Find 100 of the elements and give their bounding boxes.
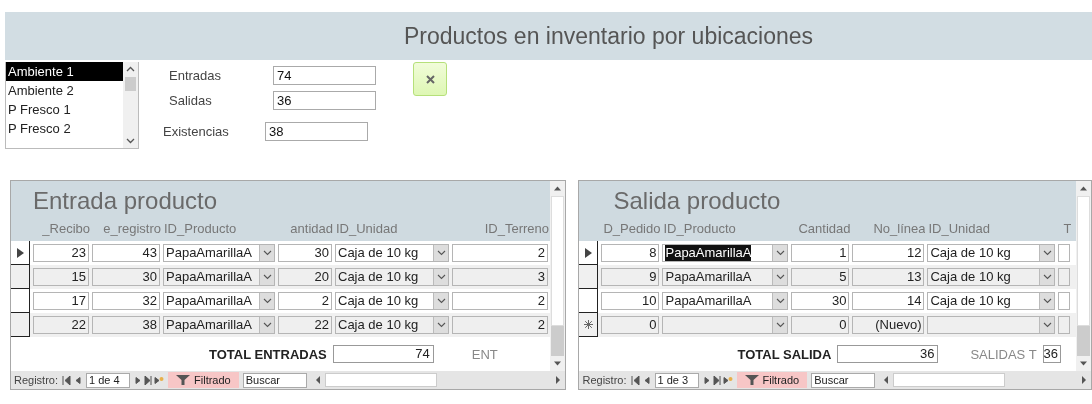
scrollbar[interactable] — [123, 62, 138, 148]
scroll-thumb[interactable] — [893, 373, 1006, 387]
number-field[interactable]: 13 — [852, 268, 925, 286]
dropdown-button[interactable] — [772, 293, 788, 309]
number-field[interactable]: 30 — [791, 292, 850, 310]
scroll-left-icon[interactable] — [314, 376, 321, 384]
dropdown-button[interactable] — [259, 293, 274, 309]
summary-field[interactable]: 36 — [273, 91, 376, 110]
dropdown-button[interactable] — [433, 293, 448, 309]
combo-field[interactable]: PapaAmarillaA — [163, 292, 275, 310]
record-selector[interactable] — [11, 265, 30, 289]
dropdown-button[interactable] — [433, 245, 448, 261]
scroll-thumb[interactable] — [551, 326, 565, 356]
scroll-right-icon[interactable] — [1081, 376, 1087, 384]
number-field[interactable]: 15 — [33, 268, 89, 286]
number-field[interactable]: 2 — [278, 292, 332, 310]
number-field[interactable] — [1058, 268, 1071, 286]
search-field[interactable]: Buscar — [811, 372, 876, 388]
number-field[interactable]: 43 — [92, 244, 160, 262]
scroll-thumb[interactable] — [125, 77, 136, 91]
scrollbar[interactable] — [550, 181, 566, 371]
combo-field[interactable]: PapaAmarillaA — [662, 268, 789, 286]
number-field[interactable]: 14 — [852, 292, 925, 310]
dropdown-button[interactable] — [772, 245, 788, 261]
number-field[interactable]: 2 — [452, 244, 548, 262]
combo-field[interactable]: Caja de 10 kg — [927, 244, 1056, 262]
combo-field[interactable]: Caja de 10 kg — [335, 316, 449, 334]
scroll-down-icon[interactable] — [553, 360, 563, 367]
summary-field[interactable]: 38 — [265, 122, 368, 141]
number-field[interactable]: 12 — [852, 244, 925, 262]
dropdown-button[interactable] — [1039, 317, 1055, 333]
scroll-left-icon[interactable] — [883, 376, 890, 384]
combo-field[interactable]: Caja de 10 kg — [927, 268, 1056, 286]
combo-field[interactable]: PapaAmarillaA — [662, 292, 789, 310]
number-field[interactable]: 0 — [791, 316, 850, 334]
number-field[interactable]: (Nuevo) — [852, 316, 925, 334]
dropdown-button[interactable] — [1039, 293, 1055, 309]
scroll-up-icon[interactable] — [126, 66, 135, 73]
location-item[interactable]: Ambiente 2 — [6, 81, 123, 100]
combo-field[interactable]: Caja de 10 kg — [927, 292, 1056, 310]
dropdown-button[interactable] — [1039, 245, 1055, 261]
number-field[interactable]: 32 — [92, 292, 160, 310]
combo-field[interactable]: Caja de 10 kg — [335, 268, 449, 286]
dropdown-button[interactable] — [1039, 269, 1055, 285]
dropdown-button[interactable] — [433, 269, 448, 285]
dropdown-button[interactable] — [259, 317, 274, 333]
number-field[interactable]: 30 — [278, 244, 332, 262]
scroll-down-icon[interactable] — [1079, 360, 1088, 367]
number-field[interactable]: 5 — [791, 268, 850, 286]
combo-field[interactable]: Caja de 10 kg — [335, 244, 449, 262]
record-selector[interactable] — [11, 313, 30, 337]
number-field[interactable] — [1058, 292, 1071, 310]
combo-field[interactable]: PapaAmarillaA — [163, 244, 275, 262]
location-list[interactable]: Ambiente 1 Ambiente 2 P Fresco 1 P Fresco 2 — [5, 62, 139, 149]
number-field[interactable] — [1058, 316, 1071, 334]
scroll-right-icon[interactable] — [555, 376, 562, 384]
dropdown-button[interactable] — [259, 245, 274, 261]
next-last-new-icon[interactable] — [134, 375, 165, 385]
number-field[interactable]: 1 — [791, 244, 850, 262]
close-button[interactable] — [413, 62, 447, 96]
dropdown-button[interactable] — [772, 317, 788, 333]
total-field[interactable]: 36 — [1042, 345, 1061, 363]
record-position-field[interactable]: 1 de 4 — [86, 372, 131, 388]
combo-field[interactable]: PapaAmarillaA — [163, 268, 275, 286]
location-item[interactable]: P Fresco 1 — [6, 100, 123, 119]
number-field[interactable]: 9 — [601, 268, 660, 286]
number-field[interactable]: 0 — [601, 316, 660, 334]
combo-field[interactable] — [662, 316, 789, 334]
number-field[interactable]: 17 — [33, 292, 89, 310]
number-field[interactable]: 2 — [452, 292, 548, 310]
record-selector[interactable] — [579, 313, 599, 337]
number-field[interactable]: 23 — [33, 244, 89, 262]
combo-field[interactable]: Caja de 10 kg — [335, 292, 449, 310]
total-field[interactable]: 36 — [837, 345, 939, 363]
filter-button[interactable]: Filtrado — [736, 372, 808, 388]
scroll-down-icon[interactable] — [126, 137, 135, 144]
search-field[interactable]: Buscar — [242, 372, 307, 388]
dropdown-button[interactable] — [772, 269, 788, 285]
record-position-field[interactable]: 1 de 3 — [654, 372, 699, 388]
horizontal-scrollbar[interactable] — [314, 373, 562, 387]
number-field[interactable]: 8 — [601, 244, 660, 262]
scroll-thumb[interactable] — [324, 373, 437, 387]
number-field[interactable]: 30 — [92, 268, 160, 286]
total-field[interactable]: 74 — [332, 345, 434, 363]
scroll-up-icon[interactable] — [1079, 185, 1088, 192]
number-field[interactable] — [1058, 244, 1071, 262]
first-prev-icon[interactable] — [630, 375, 651, 385]
dropdown-button[interactable] — [259, 269, 274, 285]
record-selector[interactable] — [579, 265, 599, 289]
combo-field[interactable]: PapaAmarillaA — [662, 244, 789, 262]
dropdown-button[interactable] — [433, 317, 448, 333]
filter-button[interactable]: Filtrado — [168, 372, 239, 388]
horizontal-scrollbar[interactable] — [883, 373, 1087, 387]
number-field[interactable]: 22 — [33, 316, 89, 334]
scrollbar[interactable] — [1076, 181, 1091, 371]
location-item[interactable]: P Fresco 2 — [6, 119, 123, 138]
combo-field[interactable] — [927, 316, 1056, 334]
number-field[interactable]: 22 — [278, 316, 332, 334]
first-prev-icon[interactable] — [62, 375, 83, 385]
scroll-thumb[interactable] — [1077, 326, 1090, 356]
